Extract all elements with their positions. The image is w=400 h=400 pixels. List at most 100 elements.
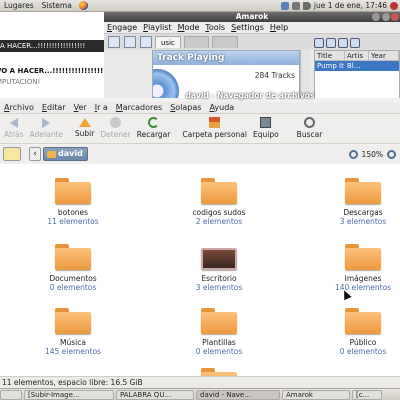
amarok-close-icon[interactable] — [140, 36, 152, 48]
playlist-undo-icon[interactable] — [338, 38, 348, 48]
top-panel: Lugares Sistema jue 1 de ene, 17:46 — [0, 0, 400, 12]
menu-solapas[interactable]: Solapas — [166, 103, 205, 112]
menu-ayuda[interactable]: Ayuda — [205, 103, 238, 112]
search-button[interactable]: Buscar — [297, 114, 322, 139]
track-artist: Bl... — [347, 62, 361, 70]
amarok-menu-settings[interactable]: Settings — [228, 23, 267, 32]
folder-item[interactable]: Descargas 3 elementos — [318, 178, 400, 226]
amarok-menu-engage[interactable]: Engage — [104, 23, 140, 32]
reload-label: Recargar — [136, 130, 171, 139]
firefox-icon[interactable] — [78, 1, 88, 10]
folder-item[interactable]: Escritorio 3 elementos — [174, 244, 264, 292]
show-desktop-button[interactable] — [0, 389, 22, 400]
network-icon[interactable] — [291, 1, 300, 10]
folder-name: Público — [349, 338, 377, 347]
playlist-redo-icon[interactable] — [350, 38, 360, 48]
folder-name: codigos sudos — [192, 208, 246, 217]
tab-lyrics[interactable] — [183, 36, 210, 48]
home-label: Carpeta personal — [182, 130, 247, 139]
amarok-menu-mode[interactable]: Mode — [175, 23, 203, 32]
amarok-menu-tools[interactable]: Tools — [202, 23, 228, 32]
maximize-icon[interactable] — [382, 13, 390, 21]
folder-icon — [55, 308, 91, 334]
playlist-clear-icon[interactable] — [314, 38, 324, 48]
home-button[interactable]: Carpeta personal — [182, 114, 247, 139]
amarok-menu-playlist[interactable]: Playlist — [140, 23, 174, 32]
folder-count: 0 elementos — [195, 347, 243, 356]
clock[interactable]: jue 1 de ene, 17:46 — [314, 1, 387, 10]
mail-icon[interactable] — [280, 1, 289, 10]
task-amarok[interactable]: Amarok — [282, 389, 350, 400]
amarok-restore-icon[interactable] — [124, 36, 136, 48]
power-icon[interactable] — [390, 1, 398, 10]
folder-item[interactable]: Público 0 elementos — [318, 308, 400, 356]
folder-item[interactable]: Imágenes 140 elementos — [318, 244, 400, 292]
folder-item[interactable]: Plantillas 0 elementos — [174, 308, 264, 356]
column-artist[interactable]: Artis — [345, 51, 369, 60]
tab-music[interactable]: usic — [155, 36, 181, 48]
folder-icon — [201, 308, 237, 334]
menu-ver[interactable]: Ver — [70, 103, 91, 112]
task-subir-image[interactable]: [Subir-Image... — [24, 389, 114, 400]
desktop: Lugares Sistema jue 1 de ene, 17:46 A HA… — [0, 0, 400, 400]
playlist-header: Title Artis Year — [315, 51, 399, 61]
folder-name: botones — [57, 208, 89, 217]
edit-location-icon[interactable] — [3, 147, 21, 161]
file-view[interactable]: botones 11 elementos codigos sudos 2 ele… — [0, 164, 400, 376]
background-window: A HACER...!!!!!!!!!!!!!!!!! VO A HACER..… — [0, 12, 110, 100]
task-palabra[interactable]: PALABRA QU... — [116, 389, 194, 400]
forward-button[interactable]: Adelante — [30, 114, 63, 139]
menu-archivo[interactable]: Archivo — [0, 103, 38, 112]
tab-artist[interactable] — [212, 36, 238, 48]
computer-button[interactable]: Equipo — [253, 114, 279, 139]
column-year[interactable]: Year — [369, 51, 399, 60]
context-header: Track Playing — [153, 51, 299, 65]
nautilus-menubar: Archivo Editar Ver Ir a Marcadores Solap… — [0, 102, 400, 114]
amarok-minimize-icon[interactable] — [108, 36, 120, 48]
playlist-row[interactable]: Pump It Bl... — [315, 61, 399, 71]
volume-icon[interactable] — [302, 1, 311, 10]
up-label: Subir — [74, 129, 95, 138]
stop-icon — [110, 117, 122, 128]
back-arrow-icon — [9, 118, 18, 128]
folder-item[interactable]: codigos sudos 2 elementos — [174, 178, 264, 226]
folder-item[interactable]: Música 145 elementos — [28, 308, 118, 356]
folder-count: 2 elementos — [195, 217, 243, 226]
status-bar: 11 elementos, espacio libre: 16.5 GiB — [0, 376, 400, 388]
zoom-in-icon[interactable] — [387, 149, 396, 159]
task-other[interactable]: [c... — [352, 389, 382, 400]
amarok-menu-help[interactable]: Help — [267, 23, 291, 32]
amarok-titlebar[interactable]: Amarok — [104, 12, 400, 22]
folder-icon — [345, 308, 381, 334]
playlist-save-icon[interactable] — [326, 38, 336, 48]
stop-button[interactable]: Detener — [100, 114, 131, 139]
breadcrumb-david[interactable]: david — [43, 147, 88, 161]
folder-name: Escritorio — [201, 274, 237, 283]
menu-marcadores[interactable]: Marcadores — [112, 103, 166, 112]
folder-count: 140 elementos — [334, 283, 392, 292]
up-button[interactable]: Subir — [75, 114, 94, 138]
menu-sistema[interactable]: Sistema — [38, 1, 76, 10]
bg-line: VO A HACER...!!!!!!!!!!!!!!!!! — [0, 67, 107, 75]
close-icon[interactable] — [391, 13, 399, 21]
nautilus-window: Archivo Editar Ver Ir a Marcadores Solap… — [0, 91, 400, 388]
column-title[interactable]: Title — [315, 51, 345, 60]
folder-count: 3 elementos — [195, 283, 243, 292]
folder-item[interactable] — [174, 368, 264, 376]
folder-icon — [345, 244, 381, 270]
folder-item[interactable]: botones 11 elementos — [28, 178, 118, 226]
menu-editar[interactable]: Editar — [38, 103, 70, 112]
chevron-left-icon[interactable]: ‹ — [29, 147, 41, 161]
folder-name: Descargas — [343, 208, 383, 217]
folder-icon — [345, 178, 381, 204]
folder-item[interactable]: Documentos 0 elementos — [28, 244, 118, 292]
task-david[interactable]: david - Nave... — [196, 389, 280, 400]
minimize-icon[interactable] — [372, 13, 380, 21]
amarok-menubar: Engage Playlist Mode Tools Settings Help — [104, 22, 400, 34]
menu-ir-a[interactable]: Ir a — [91, 103, 112, 112]
back-button[interactable]: Atrás — [4, 114, 24, 139]
menu-lugares[interactable]: Lugares — [0, 1, 38, 10]
nautilus-toolbar: Atrás Adelante Subir Detener Recargar Ca… — [0, 114, 400, 144]
zoom-out-icon[interactable] — [348, 149, 358, 159]
reload-button[interactable]: Recargar — [136, 114, 171, 139]
